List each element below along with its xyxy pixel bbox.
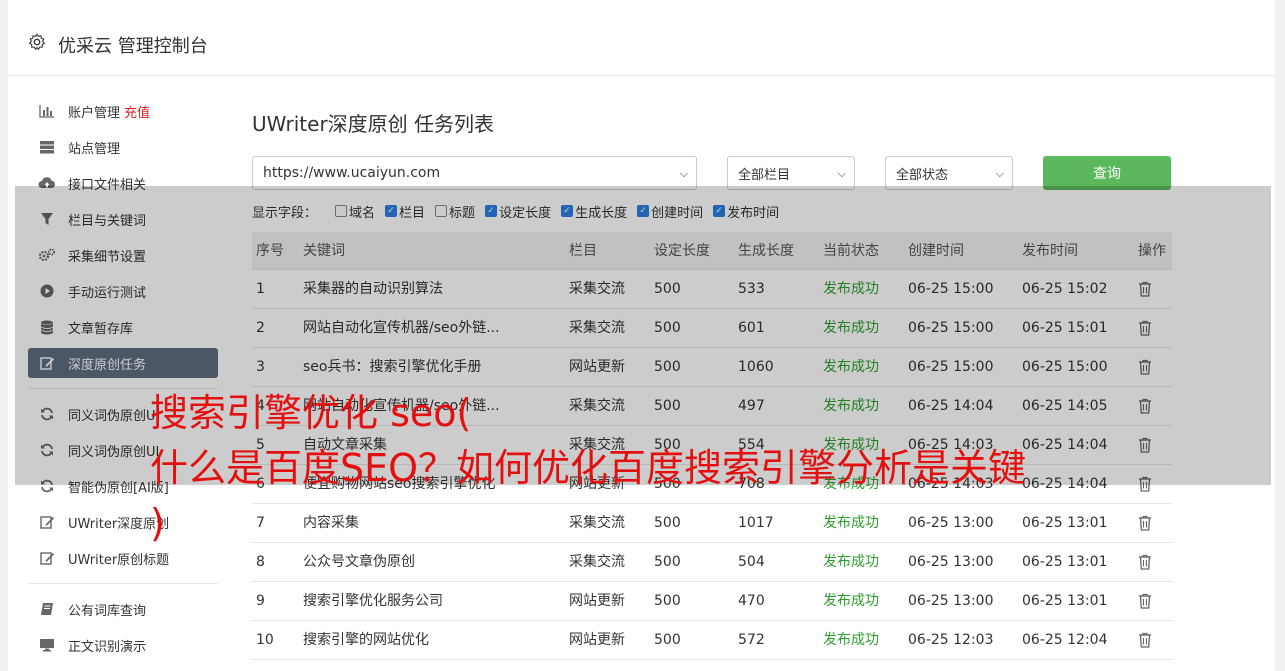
- table-cell: 06-25 12:03: [908, 632, 994, 648]
- table-cell: 网站更新: [569, 593, 625, 609]
- main-content: UWriter深度原创 任务列表 https://www.ucaiyun.com…: [252, 96, 1172, 660]
- trash-icon: [1139, 632, 1151, 648]
- table-cell: 572: [738, 632, 765, 648]
- site-select-value: https://www.ucaiyun.com: [263, 165, 441, 181]
- delete-button[interactable]: [1138, 621, 1172, 659]
- column-select-value: 全部栏目: [738, 167, 791, 183]
- seo-overlay-line: 什么是百度SEO？如何优化百度搜索引擎分析是关键: [150, 446, 1027, 490]
- table-cell: 发布成功: [823, 593, 879, 609]
- bar-chart-icon: [38, 103, 56, 119]
- column-select[interactable]: 全部栏目 ⌵: [727, 156, 855, 190]
- query-button[interactable]: 查询: [1043, 156, 1171, 190]
- seo-overlay-line: ): [150, 501, 165, 545]
- server-icon: [38, 139, 56, 155]
- sidebar-item-account[interactable]: 账户管理 充值: [28, 96, 218, 126]
- table-cell: 500: [654, 632, 681, 648]
- table-row: 9 搜索引擎优化服务公司 网站更新 500 470 发布成功 06-25 13:00 06-2…: [252, 582, 1172, 621]
- table-cell: 网站更新: [569, 632, 625, 648]
- table-cell: 470: [738, 593, 765, 609]
- sidebar-item-label: 账户管理: [68, 105, 121, 121]
- gear-icon: [28, 33, 46, 51]
- table-cell: 搜索引擎优化服务公司: [303, 593, 443, 609]
- sidebar-item-label: 公有词库查询: [68, 603, 147, 619]
- app-title: 优采云 管理控制台: [58, 36, 208, 57]
- table-cell: 发布成功: [823, 632, 879, 648]
- recharge-link[interactable]: 充值: [124, 102, 150, 121]
- chevron-down-icon: ⌵: [995, 167, 1004, 180]
- table-cell: 06-25 12:04: [1022, 632, 1108, 648]
- sidebar-item-label: 正文识别演示: [68, 639, 147, 655]
- header: 优采云 管理控制台: [8, 8, 1275, 76]
- sidebar-item-label: 站点管理: [68, 141, 121, 157]
- sidebar-divider: [28, 583, 218, 584]
- sidebar-item-text-recognition[interactable]: 正文识别演示: [28, 630, 218, 660]
- chevron-down-icon: ⌵: [679, 167, 688, 180]
- delete-button[interactable]: [1138, 582, 1172, 620]
- sidebar-item-label: UWriter原创标题: [68, 552, 170, 568]
- table-cell: 06-25 13:01: [1022, 593, 1108, 609]
- seo-overlay-line: 搜索引擎优化 seo(: [150, 391, 472, 435]
- table-cell: 500: [654, 593, 681, 609]
- chevron-down-icon: ⌵: [837, 167, 846, 180]
- seo-overlay-text: 搜索引擎优化 seo( 什么是百度SEO？如何优化百度搜索引擎分析是关键 ): [150, 386, 1150, 551]
- site-select[interactable]: https://www.ucaiyun.com ⌵: [252, 156, 697, 190]
- edit-icon: [38, 550, 56, 566]
- sidebar-item-public-dictionary[interactable]: 公有词库查询: [28, 594, 218, 624]
- book-icon: [38, 601, 56, 617]
- sidebar-item-sites[interactable]: 站点管理: [28, 132, 218, 162]
- trash-icon: [1139, 554, 1151, 570]
- edit-icon: [38, 514, 56, 530]
- table-cell: 06-25 13:00: [908, 593, 994, 609]
- status-select[interactable]: 全部状态 ⌵: [885, 156, 1013, 190]
- table-cell: 9: [256, 593, 265, 609]
- trash-icon: [1139, 593, 1151, 609]
- table-row: 10 搜索引擎的网站优化 网站更新 500 572 发布成功 06-25 12:03 06-2…: [252, 621, 1172, 660]
- page-title: UWriter深度原创 任务列表: [252, 112, 495, 136]
- monitor-icon: [38, 637, 56, 653]
- table-cell: 搜索引擎的网站优化: [303, 632, 429, 648]
- filter-bar: https://www.ucaiyun.com ⌵ 全部栏目 ⌵ 全部状态 ⌵ …: [252, 156, 1172, 190]
- status-select-value: 全部状态: [896, 167, 949, 183]
- table-cell: 10: [256, 632, 274, 648]
